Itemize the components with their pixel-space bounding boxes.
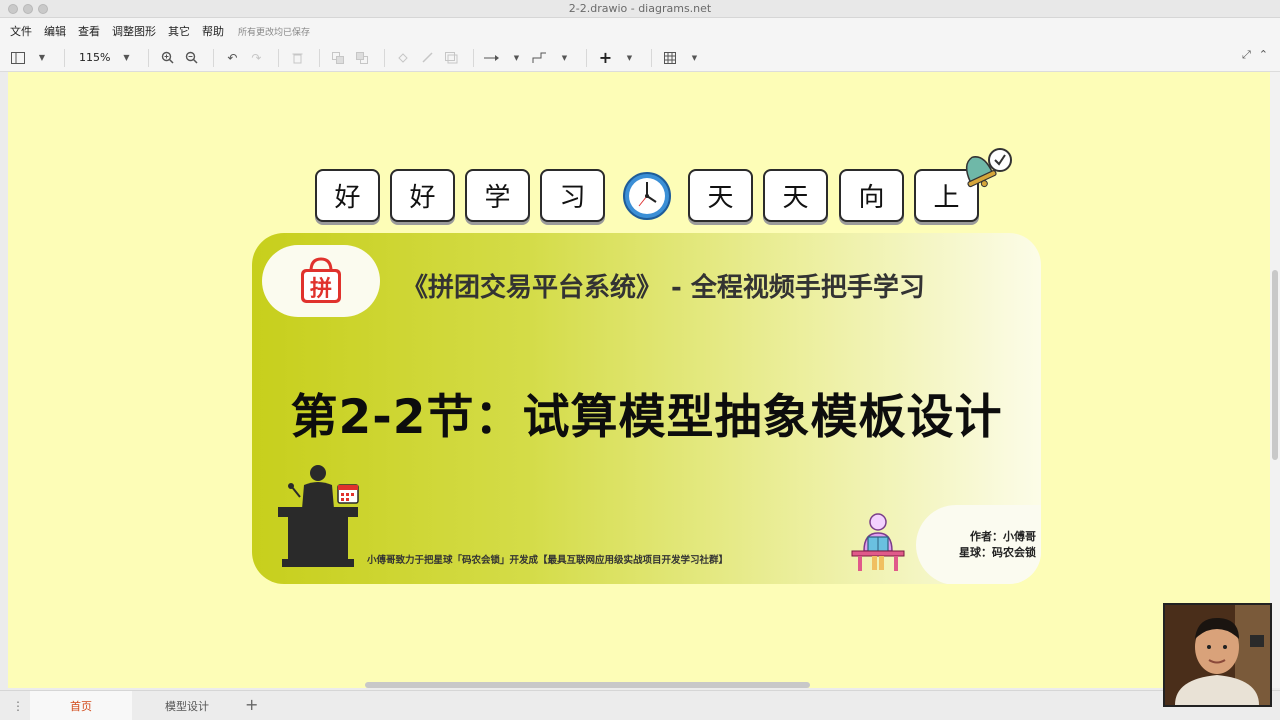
chevron-down-icon[interactable]: ▼ — [32, 48, 52, 68]
shadow-icon[interactable] — [441, 48, 461, 68]
chevron-down-icon[interactable]: ▼ — [554, 48, 574, 68]
chevron-down-icon[interactable]: ▼ — [619, 48, 639, 68]
window-title-bar: 2-2.drawio - diagrams.net — [0, 0, 1280, 18]
course-subtitle: 《拼团交易平台系统》 - 全程视频手把手学习 — [402, 273, 925, 303]
alarm-bell-icon[interactable] — [958, 146, 1014, 190]
toolbar-divider — [473, 48, 475, 67]
to-back-icon[interactable] — [352, 48, 372, 68]
presenter-avatar — [1165, 605, 1270, 705]
menu-view[interactable]: 查看 — [78, 23, 100, 39]
menu-arrange[interactable]: 调整图形 — [112, 23, 156, 39]
tab-home[interactable]: 首页 — [30, 691, 132, 720]
student-reading-icon — [851, 513, 905, 571]
title-banner[interactable]: 拼 《拼团交易平台系统》 - 全程视频手把手学习 第2-2节：试算模型抽象模板设… — [252, 233, 1041, 584]
word-tile[interactable]: 好 — [315, 169, 380, 222]
diagram-canvas[interactable]: 好 好 学 习 天 天 向 上 拼 《拼团交易平台系统》 - 全程视频手把手学习… — [8, 72, 1270, 688]
logo-character: 拼 — [310, 276, 332, 302]
slogan-text: 小傅哥致力于把星球「码农会锁」开发成【最具互联网应用级实战项目开发学习社群】 — [367, 555, 729, 566]
chevron-down-icon[interactable]: ▼ — [506, 48, 526, 68]
toolbar-divider — [64, 48, 65, 67]
word-tile[interactable]: 习 — [540, 169, 605, 222]
collapse-icon[interactable]: ⌃ — [1259, 48, 1268, 62]
toolbar-divider — [148, 48, 150, 67]
line-color-icon[interactable] — [417, 48, 437, 68]
save-status: 所有更改均已保存 — [238, 27, 311, 38]
word-tile[interactable]: 向 — [839, 169, 904, 222]
vertical-scrollbar[interactable] — [1270, 72, 1280, 688]
menu-help[interactable]: 帮助 — [202, 23, 224, 39]
zoom-level[interactable]: 115% — [73, 51, 116, 64]
toolbar-divider — [319, 48, 321, 67]
menu-extras[interactable]: 其它 — [168, 23, 190, 39]
fill-color-icon[interactable] — [393, 48, 413, 68]
waypoints-icon[interactable] — [530, 48, 550, 68]
clock-icon[interactable] — [622, 171, 672, 221]
redo-icon[interactable]: ↷ — [246, 48, 266, 68]
toolbar-right-controls: ⤢ ⌃ — [1242, 48, 1268, 62]
table-icon[interactable] — [660, 48, 680, 68]
author-info: 作者：小傅哥 星球：码农会锁 — [936, 529, 1036, 561]
chevron-down-icon[interactable]: ▼ — [684, 48, 704, 68]
toolbar-divider — [384, 48, 386, 67]
undo-icon[interactable]: ↶ — [222, 48, 242, 68]
toolbar: ▼ 115% ▼ ↶ ↷ ▼ ▼ + ▼ ▼ ⤢ ⌃ — [0, 44, 1280, 72]
horizontal-scroll-thumb[interactable] — [365, 682, 810, 688]
tab-model-design[interactable]: 模型设计 — [136, 691, 238, 720]
fullscreen-icon[interactable]: ⤢ — [1242, 48, 1251, 62]
add-page-icon[interactable]: + — [245, 695, 258, 714]
page-tab-bar: ⋮ 首页 模型设计 + — [0, 690, 1280, 720]
word-tile[interactable]: 天 — [688, 169, 753, 222]
word-tile[interactable]: 天 — [763, 169, 828, 222]
toolbar-divider — [213, 48, 215, 67]
vertical-scroll-thumb[interactable] — [1272, 270, 1278, 460]
to-front-icon[interactable] — [328, 48, 348, 68]
lesson-title: 第2-2节：试算模型抽象模板设计 — [290, 390, 1003, 445]
zoom-out-icon[interactable] — [181, 48, 201, 68]
format-panel-icon[interactable] — [8, 48, 28, 68]
insert-icon[interactable]: + — [595, 48, 615, 68]
word-tile[interactable]: 好 — [390, 169, 455, 222]
window-title: 2-2.drawio - diagrams.net — [568, 2, 712, 15]
menu-edit[interactable]: 编辑 — [44, 23, 66, 39]
connection-icon[interactable] — [482, 48, 502, 68]
toolbar-divider — [651, 48, 653, 67]
shopping-bag-icon: 拼 — [301, 257, 341, 303]
zoom-in-icon[interactable] — [157, 48, 177, 68]
toolbar-divider — [278, 48, 280, 67]
menu-bar: 文件 编辑 查看 调整图形 其它 帮助 所有更改均已保存 — [0, 18, 1280, 44]
webcam-overlay — [1163, 603, 1272, 707]
menu-file[interactable]: 文件 — [10, 23, 32, 39]
word-tile[interactable]: 学 — [465, 169, 530, 222]
author-name: 作者：小傅哥 — [970, 530, 1036, 543]
pages-menu-icon[interactable]: ⋮ — [12, 699, 24, 713]
delete-icon[interactable] — [287, 48, 307, 68]
toolbar-divider — [586, 48, 588, 67]
speaker-podium-icon — [278, 465, 359, 567]
author-community: 星球：码农会锁 — [959, 546, 1036, 559]
logo-badge: 拼 — [262, 245, 380, 317]
chevron-down-icon[interactable]: ▼ — [116, 48, 136, 68]
